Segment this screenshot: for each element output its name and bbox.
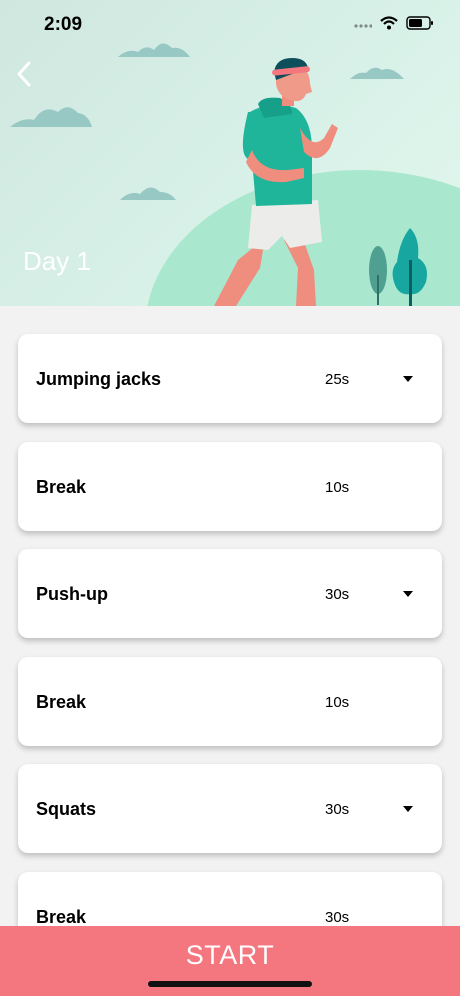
battery-icon [406, 16, 433, 30]
chevron-down-icon[interactable] [403, 376, 413, 382]
exercise-name: Jumping jacks [36, 369, 162, 389]
page-title: Day 1 [23, 246, 91, 276]
back-button[interactable] [8, 58, 40, 90]
home-indicator[interactable] [148, 981, 312, 987]
cloud-shape [350, 67, 404, 79]
exercise-name: Break [36, 906, 87, 927]
exercise-card[interactable]: Break 10s [18, 656, 442, 746]
exercise-duration: 25s [325, 371, 350, 388]
exercise-name: Break [36, 691, 87, 712]
signal-icon [354, 24, 372, 28]
status-time: 2:09 [44, 14, 83, 35]
hero-banner: 2:09 Day 1 [0, 0, 460, 306]
chevron-left-icon [17, 61, 31, 87]
cloud-shape [10, 107, 92, 127]
exercise-card[interactable]: Break 10s [18, 441, 442, 531]
exercise-card[interactable]: Push-up 30s [18, 549, 442, 638]
exercise-name: Push-up [36, 584, 108, 604]
exercise-name: Squats [36, 799, 97, 819]
exercise-duration: 30s [325, 801, 350, 818]
exercise-name: Break [36, 476, 87, 497]
chevron-down-icon[interactable] [403, 806, 413, 812]
exercise-card[interactable]: Jumping jacks 25s [18, 334, 442, 423]
exercise-card[interactable]: Squats 30s [18, 764, 442, 853]
cloud-shape [120, 187, 176, 200]
exercise-list: Jumping jacks 25s Break 10s Push-up 30s … [18, 334, 442, 979]
wifi-icon [380, 16, 398, 30]
status-bar: 2:09 [0, 0, 460, 50]
exercise-duration: 30s [325, 908, 350, 926]
exercise-duration: 30s [325, 586, 350, 603]
exercise-duration: 10s [325, 693, 350, 711]
exercise-duration: 10s [325, 478, 350, 496]
chevron-down-icon[interactable] [403, 591, 413, 597]
start-button-label: START [185, 940, 275, 970]
